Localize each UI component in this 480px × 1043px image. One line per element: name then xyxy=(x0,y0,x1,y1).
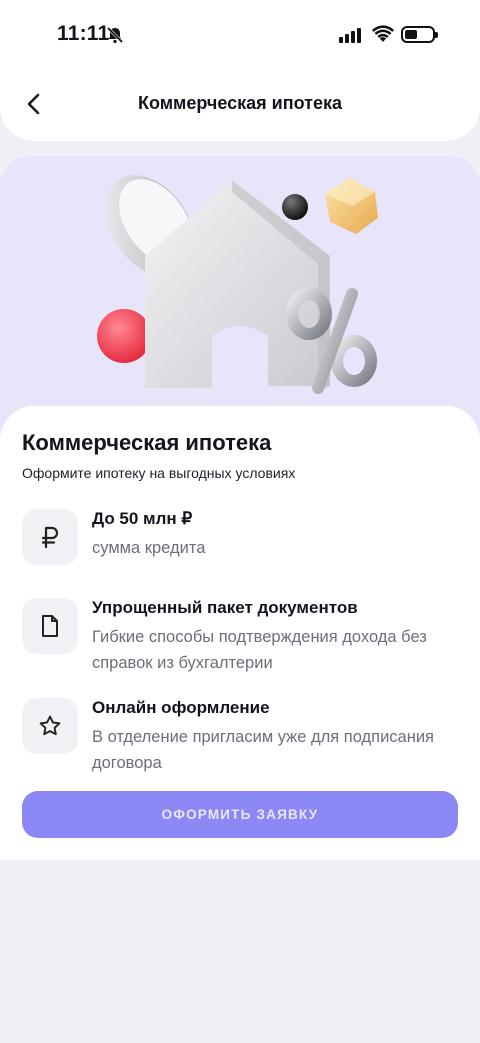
feature-description: Гибкие способы подтверждения дохода без … xyxy=(92,628,427,672)
header-panel: 11:11 Коммерческая ипотека xyxy=(0,0,480,141)
ruble-icon xyxy=(22,509,78,565)
status-bar: 11:11 xyxy=(0,0,480,70)
info-card: Коммерческая ипотека Оформите ипотеку на… xyxy=(0,406,480,860)
cellular-signal-icon xyxy=(339,28,361,43)
hero-banner xyxy=(0,156,480,446)
feature-title: До 50 млн ₽ xyxy=(92,509,193,528)
house-percent-illustration xyxy=(97,175,378,394)
card-subtitle: Оформите ипотеку на выгодных условиях xyxy=(22,465,296,481)
feature-description: В отделение пригласим уже для подписания… xyxy=(92,728,434,772)
bell-muted-icon xyxy=(106,26,124,49)
star-icon xyxy=(22,698,78,754)
feature-title: Упрощенный пакет документов xyxy=(92,598,358,617)
card-title: Коммерческая ипотека xyxy=(22,430,272,455)
wifi-icon xyxy=(372,25,394,48)
status-time: 11:11 xyxy=(57,22,110,45)
page-title: Коммерческая ипотека xyxy=(137,93,343,113)
submit-application-button[interactable]: ОФОРМИТЬ ЗАЯВКУ xyxy=(22,791,458,838)
feature-description: сумма кредита xyxy=(92,539,206,557)
battery-icon xyxy=(401,26,438,43)
document-icon xyxy=(22,598,78,654)
feature-title: Онлайн оформление xyxy=(92,698,270,717)
